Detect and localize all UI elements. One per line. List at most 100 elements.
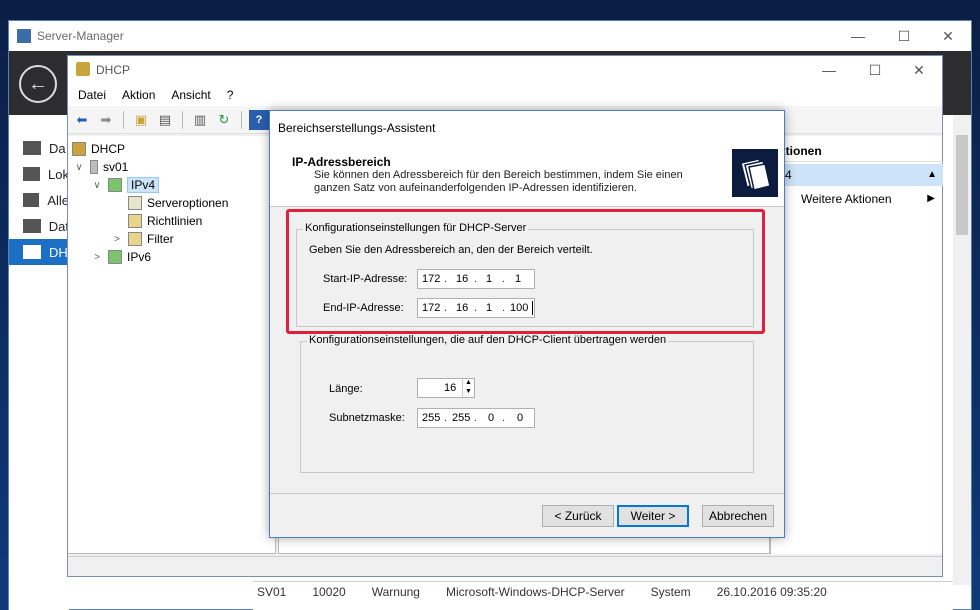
server-manager-nav: Da Lok Alle Dat DH (9, 115, 69, 610)
close-button[interactable]: ✕ (896, 56, 942, 84)
dashboard-icon (23, 141, 41, 155)
toolbar-separator (241, 110, 242, 129)
ipv4-icon (108, 178, 122, 192)
nav-item-dashboard[interactable]: Da (9, 135, 69, 161)
menu-view[interactable]: Ansicht (171, 88, 210, 102)
policies-icon (128, 214, 142, 228)
event-id: 10020 (312, 585, 346, 599)
nav-item-label: Da (49, 140, 66, 156)
event-server: SV01 (257, 585, 287, 599)
help-icon[interactable]: ? (249, 109, 269, 130)
tree-label: Richtlinien (147, 214, 203, 228)
mask-octet-4: 0 (517, 412, 524, 424)
maximize-button[interactable]: ☐ (881, 21, 927, 51)
minimize-button[interactable]: — (806, 56, 852, 84)
wizard-heading: IP-Adressbereich (292, 155, 391, 169)
tree-node-filter[interactable]: > Filter (110, 230, 174, 248)
close-button[interactable]: ✕ (925, 21, 971, 51)
export-list-icon[interactable]: ▥ (190, 110, 210, 130)
nav-item-label: Lok (48, 166, 69, 182)
server-manager-app-icon (17, 29, 31, 43)
scrollbar-thumb[interactable] (956, 135, 968, 235)
submenu-arrow-icon: ▶ (927, 193, 935, 204)
tree-label: IPv4 (127, 177, 160, 193)
menu-help[interactable]: ? (227, 88, 234, 102)
more-actions-item[interactable]: Weitere Aktionen ▶ (771, 188, 943, 210)
tree-node-server-options[interactable]: Serveroptionen (124, 194, 228, 212)
expand-chevron-icon[interactable]: > (110, 234, 124, 245)
status-bar (68, 556, 942, 576)
tree-node-dhcp[interactable]: DHCP (72, 140, 125, 158)
servers-icon (23, 193, 40, 207)
group-title: Konfigurationseinstellungen, die auf den… (307, 334, 669, 346)
nav-item-file-services[interactable]: Dat (9, 213, 69, 239)
highlight-frame (286, 209, 765, 334)
wizard-header: IP-Adressbereich Sie können den Adressbe… (270, 145, 784, 207)
tree-label: IPv6 (127, 250, 152, 264)
menu-file[interactable]: Datei (78, 88, 106, 102)
length-stepper[interactable]: 16 ▲ ▼ (417, 378, 475, 398)
vertical-scrollbar[interactable] (953, 115, 971, 585)
tree-node-ipv6[interactable]: > IPv6 (90, 248, 151, 266)
collapse-chevron-icon[interactable]: ∨ (72, 162, 86, 173)
ipv6-icon (108, 250, 122, 264)
mask-octet-2: 255 (452, 412, 471, 424)
mask-octet-3: 0 (488, 412, 495, 424)
cancel-button[interactable]: Abbrechen (702, 505, 774, 527)
dhcp-console-title: DHCP (96, 63, 131, 77)
back-icon[interactable]: ⬅ (72, 110, 92, 130)
length-label: Länge: (329, 383, 363, 395)
toolbar-separator (182, 110, 183, 129)
nav-item-dhcp[interactable]: DH (9, 239, 69, 265)
nav-item-label: DH (49, 244, 68, 260)
collapse-chevron-icon[interactable]: ∨ (90, 180, 104, 191)
refresh-icon[interactable]: ↻ (214, 110, 234, 130)
ip-dot: . (474, 412, 478, 424)
subnet-mask-input[interactable]: 255 . 255 . 0 . 0 (417, 408, 535, 428)
tree-label: Filter (147, 232, 174, 246)
stepper-up-icon[interactable]: ▲ (462, 379, 474, 388)
nav-item-label: Alle (47, 192, 69, 208)
tree-node-server[interactable]: ∨ sv01 (72, 158, 128, 176)
tree-node-policies[interactable]: Richtlinien (124, 212, 202, 230)
files-icon (23, 219, 41, 233)
dhcp-icon (72, 142, 86, 156)
mask-octet-1: 255 (422, 412, 441, 424)
show-hide-tree-icon[interactable]: ▤ (155, 110, 175, 130)
ip-dot: . (444, 412, 448, 424)
ip-dot: . (502, 412, 506, 424)
minimize-button[interactable]: — (835, 21, 881, 51)
nav-item-all-servers[interactable]: Alle (9, 187, 69, 213)
wizard-title: Bereichserstellungs-Assistent (270, 111, 784, 145)
console-tree: DHCP ∨ sv01 ∨ IPv4 Serveroptionen Richtlin… (68, 136, 276, 554)
actions-header: ktionen (771, 140, 943, 162)
server-icon (90, 160, 98, 174)
back-arrow-icon[interactable]: ← (19, 65, 57, 103)
more-actions-label: Weitere Aktionen (801, 192, 892, 206)
menu-action[interactable]: Aktion (122, 88, 155, 102)
actions-ipv4-section[interactable]: v4 ▲ (771, 164, 943, 186)
back-button[interactable]: < Zurück (542, 505, 614, 527)
event-source: Microsoft-Windows-DHCP-Server (445, 585, 625, 599)
options-icon (128, 196, 142, 210)
tree-node-ipv4[interactable]: ∨ IPv4 (90, 176, 160, 194)
nav-item-local-server[interactable]: Lok (9, 161, 69, 187)
expand-chevron-icon[interactable]: > (90, 252, 104, 263)
next-button[interactable]: Weiter > (617, 505, 689, 527)
wizard-description: Sie können den Adressbereich für den Ber… (314, 169, 683, 194)
dhcp-console-titlebar: DHCP — ☐ ✕ (68, 56, 942, 84)
forward-icon[interactable]: ➡ (96, 110, 116, 130)
up-folder-icon[interactable]: ▣ (131, 110, 151, 130)
maximize-button[interactable]: ☐ (852, 56, 898, 84)
event-log: System (650, 585, 691, 599)
server-manager-title: Server-Manager (37, 29, 124, 43)
folders-icon (732, 149, 778, 197)
button-separator (270, 493, 784, 494)
server-icon (23, 167, 41, 181)
client-config-group: Konfigurationseinstellungen, die auf den… (300, 334, 754, 473)
actions-pane: ktionen v4 ▲ Weitere Aktionen ▶ (770, 136, 943, 554)
server-manager-titlebar: Server-Manager — ☐ ✕ (9, 21, 971, 51)
event-row[interactable]: SV01 10020 Warnung Microsoft-Windows-DHC… (253, 581, 953, 610)
stepper-down-icon[interactable]: ▼ (462, 388, 474, 397)
collapse-triangle-icon: ▲ (927, 169, 937, 180)
